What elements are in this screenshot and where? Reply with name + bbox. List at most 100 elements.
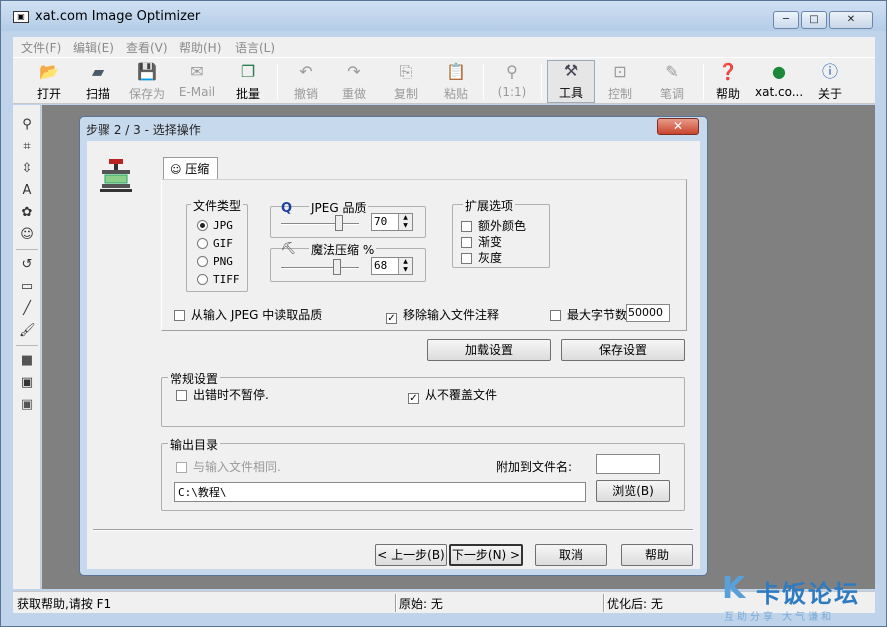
never-overwrite-checkbox[interactable]: ✓ 从不覆盖文件 bbox=[408, 386, 497, 404]
radio-tiff[interactable]: TIFF bbox=[197, 273, 240, 286]
dialog-help-button[interactable]: 帮助 bbox=[621, 544, 693, 566]
tools-button[interactable]: ⚒ 工具 bbox=[547, 60, 595, 103]
minimize-button[interactable]: ─ bbox=[773, 11, 799, 29]
crop-tool-icon[interactable]: ⌗ bbox=[19, 139, 35, 155]
radio-png[interactable]: PNG bbox=[197, 255, 233, 268]
radio-jpg[interactable]: JPG bbox=[197, 219, 233, 232]
grayscale-checkbox[interactable]: 灰度 bbox=[461, 249, 502, 266]
compress-panel: 文件类型 JPG GIF PNG TIFF JPEG 品质 Q 70 ▲ ▼ 魔… bbox=[161, 179, 687, 331]
swap-color-icon[interactable]: ▣ bbox=[19, 397, 35, 413]
tab-compress[interactable]: ☺ 压缩 bbox=[163, 157, 219, 179]
help-question-icon: ❓ bbox=[718, 62, 738, 81]
output-path-input[interactable]: C:\教程\ bbox=[174, 482, 586, 502]
batch-button[interactable]: ❐ 批量 bbox=[231, 62, 265, 102]
status-optimized: 优化后: 无 bbox=[607, 597, 663, 611]
radio-gif[interactable]: GIF bbox=[197, 237, 233, 250]
suffix-input[interactable] bbox=[596, 454, 660, 474]
spinner-arrows-icon: ▲ ▼ bbox=[398, 258, 412, 274]
close-button[interactable]: ✕ bbox=[829, 11, 873, 29]
menu-edit[interactable]: 编辑(E) bbox=[73, 39, 114, 56]
watermark-logo-icon: K bbox=[722, 571, 746, 606]
menu-file[interactable]: 文件(F) bbox=[21, 39, 61, 56]
no-pause-on-error-checkbox[interactable]: 出错时不暂停. bbox=[176, 386, 269, 403]
file-type-group: 文件类型 JPG GIF PNG TIFF bbox=[186, 197, 248, 292]
forum-watermark: K 卡饭论坛 互助分享 大气谦和 bbox=[718, 574, 884, 624]
remove-comments-checkbox[interactable]: ✓ 移除输入文件注释 bbox=[386, 306, 499, 324]
floppy-disk-icon: 💾 bbox=[137, 62, 157, 81]
copy-icon: ⎘ bbox=[399, 62, 413, 81]
resize-tool-icon[interactable]: ⇳ bbox=[19, 161, 35, 177]
about-button[interactable]: ⓘ 关于 bbox=[815, 62, 845, 102]
toolbar-separator bbox=[277, 64, 278, 100]
fill-brush-tool-icon[interactable]: 🖌 bbox=[19, 323, 36, 339]
general-settings-title: 常规设置 bbox=[168, 370, 221, 387]
max-bytes-input[interactable]: 50000 bbox=[626, 304, 670, 322]
output-dir-group: 输出目录 与输入文件相同. 附加到文件名: C:\教程\ 浏览(B) bbox=[161, 436, 685, 511]
jpeg-quality-slider[interactable] bbox=[281, 213, 363, 233]
wizard-dialog: 步骤 2 / 3 - 选择操作 ✕ ☺ 压缩 文件类型 JPG GIF PNG … bbox=[79, 116, 708, 576]
cancel-button[interactable]: 取消 bbox=[535, 544, 607, 566]
control-button[interactable]: ⊡ 控制 bbox=[605, 62, 635, 102]
brush-button[interactable]: ✎ 笔调 bbox=[657, 62, 687, 102]
extra-colors-checkbox[interactable]: 额外颜色 bbox=[461, 217, 526, 234]
line-tool-icon[interactable]: ╱ bbox=[19, 301, 35, 317]
effects-tool-icon[interactable]: ☺ bbox=[19, 227, 35, 243]
website-button[interactable]: ● xat.co... bbox=[755, 62, 803, 102]
clipboard-icon: 📋 bbox=[446, 62, 466, 81]
open-button[interactable]: 📂 打开 bbox=[33, 62, 65, 102]
next-button[interactable]: 下一步(N) > bbox=[449, 544, 523, 566]
magic-compress-group: 魔法压缩 % ⛏ 68 ▲ ▼ bbox=[270, 241, 426, 282]
button-divider bbox=[93, 529, 693, 531]
extended-options-group: 扩展选项 额外颜色 渐变 灰度 bbox=[452, 197, 550, 268]
undo-arrow-icon: ↶ bbox=[299, 62, 313, 81]
magic-compress-title: 魔法压缩 % bbox=[309, 241, 377, 258]
redo-button[interactable]: ↷ 重做 bbox=[339, 62, 369, 102]
text-tool-icon[interactable]: A bbox=[19, 183, 35, 199]
gradient-checkbox[interactable]: 渐变 bbox=[461, 233, 502, 250]
zoom-actual-button[interactable]: ⚲ (1:1) bbox=[497, 62, 527, 102]
pen-icon: ✎ bbox=[665, 62, 679, 81]
copy-button[interactable]: ⎘ 复制 bbox=[391, 62, 421, 102]
toolbar: 📂 打开 ▰ 扫描 💾 保存为 ✉ E-Mail ❐ 批量 ↶ 撤销 ↷ 重做 bbox=[13, 57, 875, 104]
load-settings-button[interactable]: 加载设置 bbox=[427, 339, 551, 361]
email-button[interactable]: ✉ E-Mail bbox=[175, 62, 219, 102]
freeform-tool-icon[interactable]: ↺ bbox=[19, 257, 35, 273]
menu-view[interactable]: 查看(V) bbox=[126, 39, 168, 56]
menu-help[interactable]: 帮助(H) bbox=[179, 39, 221, 56]
rectangle-tool-icon[interactable]: ▭ bbox=[19, 279, 35, 295]
output-dir-title: 输出目录 bbox=[168, 436, 221, 453]
toolbar-separator bbox=[541, 64, 542, 100]
stamp-tool-icon[interactable]: ✿ bbox=[19, 205, 35, 221]
help-button[interactable]: ❓ 帮助 bbox=[713, 62, 743, 102]
general-settings-group: 常规设置 出错时不暂停. ✓ 从不覆盖文件 bbox=[161, 370, 685, 427]
toolbar-separator bbox=[483, 64, 484, 100]
tool-palette: ⚲ ⌗ ⇳ A ✿ ☺ ↺ ▭ ╱ 🖌 ■ ▣ ▣ bbox=[13, 105, 41, 589]
maximize-button[interactable]: □ bbox=[801, 11, 827, 29]
undo-button[interactable]: ↶ 撤销 bbox=[291, 62, 321, 102]
scan-button[interactable]: ▰ 扫描 bbox=[81, 62, 115, 102]
foreground-color-icon[interactable]: ■ bbox=[19, 353, 35, 369]
menu-bar: 文件(F) 编辑(E) 查看(V) 帮助(H) 语言(L) bbox=[13, 37, 875, 57]
status-hint: 获取帮助,请按 F1 bbox=[17, 597, 112, 611]
save-settings-button[interactable]: 保存设置 bbox=[561, 339, 685, 361]
magnifier-tool-icon[interactable]: ⚲ bbox=[19, 117, 35, 133]
magic-compress-slider[interactable] bbox=[281, 257, 363, 277]
background-color-icon[interactable]: ▣ bbox=[19, 375, 35, 391]
same-as-input-checkbox[interactable]: 与输入文件相同. bbox=[176, 458, 281, 475]
paste-button[interactable]: 📋 粘贴 bbox=[441, 62, 471, 102]
browse-button[interactable]: 浏览(B) bbox=[596, 480, 670, 502]
watermark-slogan: 互助分享 大气谦和 bbox=[724, 612, 835, 623]
jpeg-quality-group: JPEG 品质 Q 70 ▲ ▼ bbox=[270, 199, 426, 238]
save-as-button[interactable]: 💾 保存为 bbox=[127, 62, 167, 102]
window-title: xat.com Image Optimizer bbox=[35, 9, 201, 24]
back-button[interactable]: < 上一步(B) bbox=[375, 544, 447, 566]
menu-language[interactable]: 语言(L) bbox=[235, 39, 275, 56]
dialog-body: ☺ 压缩 文件类型 JPG GIF PNG TIFF JPEG 品质 Q 70 bbox=[87, 141, 700, 569]
read-jpeg-quality-checkbox[interactable]: 从输入 JPEG 中读取品质 bbox=[174, 306, 322, 323]
magic-compress-spinner[interactable]: 68 ▲ ▼ bbox=[371, 257, 413, 275]
title-bar: ▣ xat.com Image Optimizer ─ □ ✕ bbox=[1, 1, 886, 31]
dialog-close-button[interactable]: ✕ bbox=[657, 118, 699, 135]
redo-arrow-icon: ↷ bbox=[347, 62, 361, 81]
max-bytes-checkbox[interactable]: 最大字节数 bbox=[550, 306, 627, 323]
jpeg-quality-spinner[interactable]: 70 ▲ ▼ bbox=[371, 213, 413, 231]
